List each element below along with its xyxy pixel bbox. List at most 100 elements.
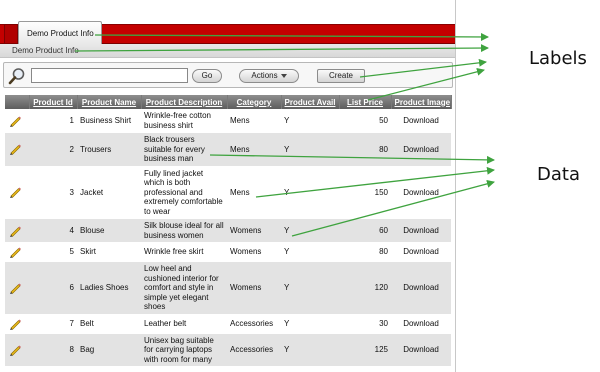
cell-product-name: Ladies Shoes (77, 261, 141, 315)
tab-demo-product-info[interactable]: Demo Product Info (18, 21, 102, 44)
column-header-product-id[interactable]: Product Id (29, 95, 78, 109)
pencil-edit-icon[interactable] (8, 224, 22, 238)
cell-list-price: 60 (339, 218, 391, 243)
cell-list-price: 80 (339, 242, 391, 262)
download-link[interactable]: Download (391, 132, 451, 167)
pencil-edit-icon[interactable] (8, 185, 22, 199)
cell-category: Womens (227, 261, 281, 315)
actions-label: Actions (251, 71, 278, 80)
cell-product-description: Unisex bag suitable for carrying laptops… (141, 333, 227, 367)
cell-list-price: 30 (339, 314, 391, 334)
cell-product-name: Skirt (77, 242, 141, 262)
search-icon[interactable] (8, 67, 26, 85)
pencil-edit-icon[interactable] (8, 343, 22, 357)
column-header-list-price[interactable]: List Price (339, 95, 392, 109)
apex-report-page: Demo Product Info Demo Product Info Go A… (0, 0, 456, 372)
edit-column-header (5, 95, 30, 109)
cell-category: Womens (227, 218, 281, 243)
edit-cell[interactable] (5, 109, 29, 133)
download-link[interactable]: Download (391, 314, 451, 334)
breadcrumb: Demo Product Info (12, 46, 79, 55)
cell-product-description: Wrinkle-free cotton business shirt (141, 109, 227, 133)
cell-product-id: 3 (29, 166, 77, 219)
cell-list-price: 125 (339, 333, 391, 367)
actions-menu-button[interactable]: Actions (239, 69, 299, 83)
cell-list-price: 50 (339, 109, 391, 133)
download-link[interactable]: Download (391, 109, 451, 133)
edit-cell[interactable] (5, 132, 29, 167)
cell-product-avail: Y (281, 261, 339, 315)
table-row: 4 Blouse Silk blouse ideal for all busines… (5, 218, 451, 243)
cell-list-price: 150 (339, 166, 391, 219)
cell-product-id: 4 (29, 218, 77, 243)
cell-product-description: Black trousers suitable for every busine… (141, 132, 227, 167)
column-header-category[interactable]: Category (227, 95, 282, 109)
search-input[interactable] (31, 68, 188, 83)
cell-product-name: Blouse (77, 218, 141, 243)
table-row: 6 Ladies Shoes Low heel and cushioned inte… (5, 261, 451, 315)
cell-product-id: 1 (29, 109, 77, 133)
cell-list-price: 80 (339, 132, 391, 167)
table-row: 2 Trousers Black trousers suitable for eve… (5, 132, 451, 167)
cell-product-name: Trousers (77, 132, 141, 167)
cell-product-name: Business Shirt (77, 109, 141, 133)
download-link[interactable]: Download (391, 261, 451, 315)
download-link[interactable]: Download (391, 242, 451, 262)
edit-cell[interactable] (5, 261, 29, 315)
cell-category: Mens (227, 132, 281, 167)
cell-product-avail: Y (281, 314, 339, 334)
cell-product-avail: Y (281, 132, 339, 167)
annotation-labels: Labels (529, 48, 587, 69)
cell-product-avail: Y (281, 109, 339, 133)
column-header-product-description[interactable]: Product Description (141, 95, 228, 109)
tab-left-stub[interactable] (4, 24, 18, 44)
cell-product-id: 7 (29, 314, 77, 334)
edit-cell[interactable] (5, 314, 29, 334)
column-header-product-name[interactable]: Product Name (77, 95, 142, 109)
cell-list-price: 120 (339, 261, 391, 315)
pencil-edit-icon[interactable] (8, 142, 22, 156)
download-link[interactable]: Download (391, 333, 451, 367)
cell-product-avail: Y (281, 333, 339, 367)
cell-product-description: Leather belt (141, 314, 227, 334)
column-header-product-image[interactable]: Product Image (391, 95, 452, 109)
cell-product-description: Silk blouse ideal for all business women (141, 218, 227, 243)
edit-cell[interactable] (5, 218, 29, 243)
cell-category: Womens (227, 242, 281, 262)
cell-category: Accessories (227, 333, 281, 367)
cell-product-description: Fully lined jacket which is both profess… (141, 166, 227, 219)
table-header-row: Product Id Product Name Product Descript… (5, 95, 452, 109)
cell-category: Mens (227, 109, 281, 133)
column-header-product-avail[interactable]: Product Avail (281, 95, 340, 109)
cell-product-id: 8 (29, 333, 77, 367)
edit-cell[interactable] (5, 166, 29, 219)
cell-product-avail: Y (281, 218, 339, 243)
table-row: 1 Business Shirt Wrinkle-free cotton busin… (5, 109, 451, 133)
cell-product-id: 2 (29, 132, 77, 167)
pencil-edit-icon[interactable] (8, 245, 22, 259)
cell-category: Mens (227, 166, 281, 219)
pencil-edit-icon[interactable] (8, 317, 22, 331)
table-row: 8 Bag Unisex bag suitable for carrying lap… (5, 333, 451, 367)
go-button[interactable]: Go (192, 69, 222, 83)
products-report-table: Product Id Product Name Product Descript… (5, 95, 452, 367)
cell-product-name: Belt (77, 314, 141, 334)
table-row: 5 Skirt Wrinkle free skirt Womens Y 80 Downloa… (5, 242, 451, 262)
edit-cell[interactable] (5, 333, 29, 367)
pencil-edit-icon[interactable] (8, 281, 22, 295)
cell-product-name: Jacket (77, 166, 141, 219)
table-row: 3 Jacket Fully lined jacket which is both … (5, 166, 451, 219)
cell-product-description: Wrinkle free skirt (141, 242, 227, 262)
cell-product-description: Low heel and cushioned interior for comf… (141, 261, 227, 315)
cell-product-avail: Y (281, 166, 339, 219)
download-link[interactable]: Download (391, 218, 451, 243)
download-link[interactable]: Download (391, 166, 451, 219)
pencil-edit-icon[interactable] (8, 114, 22, 128)
cell-product-name: Bag (77, 333, 141, 367)
create-button[interactable]: Create (317, 69, 365, 83)
annotation-data: Data (537, 164, 580, 185)
cell-category: Accessories (227, 314, 281, 334)
cell-product-avail: Y (281, 242, 339, 262)
edit-cell[interactable] (5, 242, 29, 262)
table-row: 7 Belt Leather belt Accessories Y 30 Download (5, 314, 451, 334)
